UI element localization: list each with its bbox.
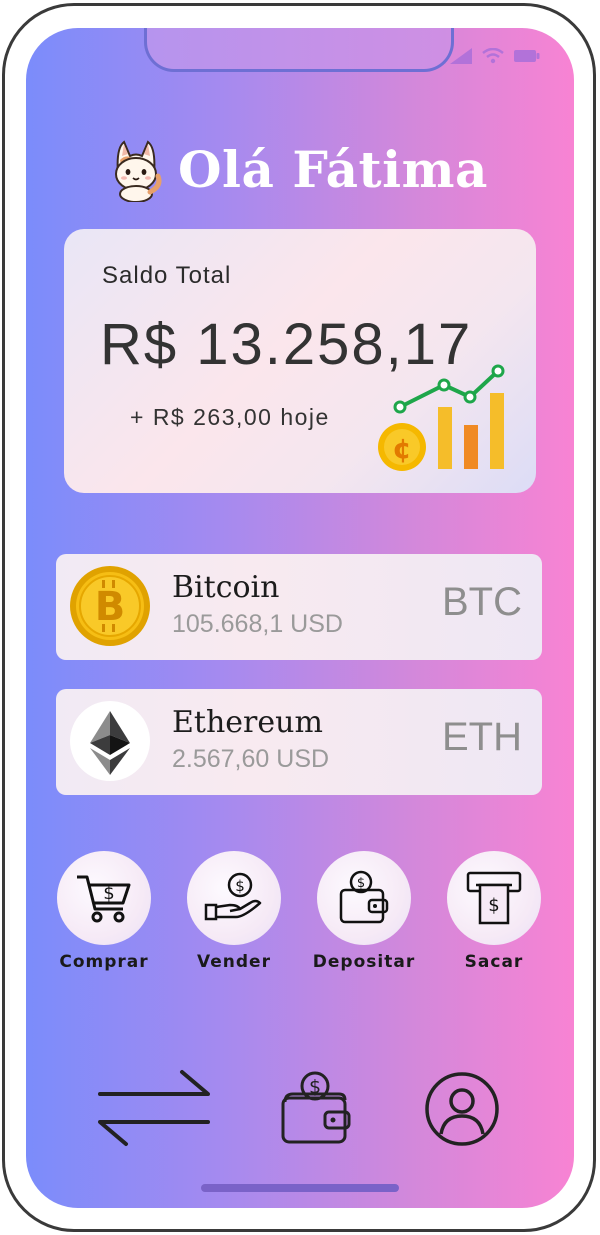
nav-transfer[interactable] xyxy=(96,1068,212,1152)
svg-text:$: $ xyxy=(103,883,114,904)
sell-button[interactable]: $ Vender xyxy=(174,851,294,972)
buy-label: Comprar xyxy=(59,952,149,972)
coin-symbol: ETH xyxy=(442,715,522,759)
growth-chart-icon: ¢ xyxy=(378,364,505,471)
wallet-coin-icon: $ xyxy=(339,870,389,924)
home-indicator[interactable] xyxy=(201,1184,399,1192)
coin-price: 2.567,60 USD xyxy=(172,745,330,773)
svg-text:¢: ¢ xyxy=(392,432,411,465)
atm-withdraw-icon: $ xyxy=(466,871,522,925)
transfer-arrows-icon xyxy=(98,1070,210,1146)
balance-card: Saldo Total R$ 13.258,17 + R$ 263,00 hoj… xyxy=(64,229,536,493)
nav-profile[interactable] xyxy=(424,1071,500,1151)
app-screen: Olá Fátima Saldo Total R$ 13.258,17 + R$… xyxy=(26,28,574,1208)
greeting-header: Olá Fátima xyxy=(106,136,488,202)
cart-dollar-icon: $ xyxy=(77,875,131,923)
svg-text:$: $ xyxy=(235,877,245,895)
phone-notch xyxy=(144,28,454,72)
status-bar xyxy=(450,48,540,64)
sell-label: Vender xyxy=(197,952,271,972)
deposit-button[interactable]: $ Depositar xyxy=(304,851,424,972)
buy-button-circle[interactable]: $ xyxy=(57,851,151,945)
wallet-icon: $ xyxy=(281,1071,351,1144)
sell-button-circle[interactable]: $ xyxy=(187,851,281,945)
deposit-label: Depositar xyxy=(312,952,416,972)
profile-icon xyxy=(425,1072,499,1146)
coin-name: Ethereum xyxy=(172,705,323,740)
withdraw-button-circle[interactable]: $ xyxy=(447,851,541,945)
deposit-button-circle[interactable]: $ xyxy=(317,851,411,945)
nav-wallet[interactable]: $ xyxy=(279,1070,353,1150)
ethereum-icon xyxy=(70,701,150,781)
balance-label: Saldo Total xyxy=(102,262,232,289)
coin-row-bitcoin[interactable]: B Bitcoin 105.668,1 USD BTC xyxy=(56,554,542,660)
hand-coin-icon: $ xyxy=(204,872,262,921)
greeting-title: Olá Fátima xyxy=(178,139,488,199)
bitcoin-icon: B xyxy=(70,566,150,646)
withdraw-button[interactable]: $ Sacar xyxy=(434,851,554,972)
coin-row-ethereum[interactable]: Ethereum 2.567,60 USD ETH xyxy=(56,689,542,795)
battery-icon xyxy=(514,50,540,62)
coin-price: 105.668,1 USD xyxy=(172,610,343,638)
coin-symbol: BTC xyxy=(442,580,522,624)
svg-text:B: B xyxy=(95,584,126,630)
balance-change: + R$ 263,00 hoje xyxy=(130,404,330,430)
coin-name: Bitcoin xyxy=(172,570,280,605)
buy-button[interactable]: $ Comprar xyxy=(44,851,164,972)
wifi-icon xyxy=(482,48,504,64)
withdraw-label: Sacar xyxy=(464,952,524,972)
svg-text:$: $ xyxy=(488,895,499,916)
cat-icon xyxy=(115,140,162,202)
cellular-signal-icon xyxy=(450,48,472,64)
